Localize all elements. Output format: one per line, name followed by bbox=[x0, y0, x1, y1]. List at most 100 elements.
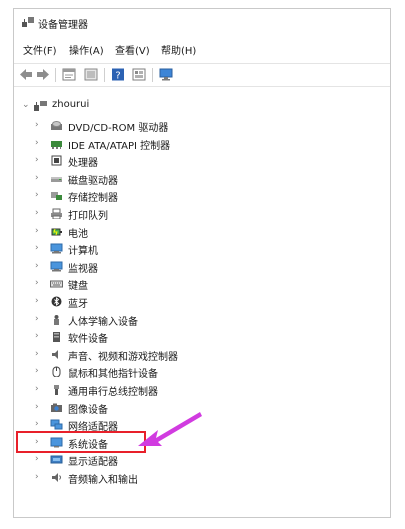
tree-item-label: 打印队列 bbox=[68, 211, 108, 222]
chevron-right-icon[interactable]: › bbox=[35, 296, 43, 306]
device-manager-app-icon bbox=[22, 17, 34, 27]
tree-item[interactable]: › 电池 bbox=[14, 223, 390, 240]
tree-item[interactable]: › 通用串行总线控制器 bbox=[14, 381, 390, 398]
chevron-right-icon[interactable]: › bbox=[35, 331, 43, 341]
chevron-right-icon[interactable]: › bbox=[35, 384, 43, 394]
tree-item-label: 鼠标和其他指针设备 bbox=[68, 369, 158, 381]
monitor-icon bbox=[50, 261, 63, 272]
properties-icon[interactable] bbox=[62, 68, 76, 81]
tree-item[interactable]: › 存储控制器 bbox=[14, 187, 390, 204]
tree-item[interactable]: › 鼠标和其他指针设备 bbox=[14, 363, 390, 380]
chevron-right-icon[interactable]: › bbox=[35, 261, 43, 271]
tree-item[interactable]: › 人体学输入设备 bbox=[14, 311, 390, 328]
chevron-right-icon[interactable]: › bbox=[35, 226, 43, 236]
help-icon[interactable]: ? bbox=[111, 68, 125, 81]
camera-icon bbox=[51, 403, 62, 412]
menu-file[interactable]: 文件(F) bbox=[23, 42, 57, 57]
computer-root-icon bbox=[34, 101, 47, 111]
tree-item-label: 存储控制器 bbox=[68, 193, 118, 205]
tree-item-label: 图像设备 bbox=[68, 404, 108, 416]
tree-root-label: zhourui bbox=[52, 99, 90, 110]
processor-icon bbox=[51, 155, 62, 166]
tree-item-label: 通用串行总线控制器 bbox=[68, 387, 158, 398]
chevron-right-icon[interactable]: › bbox=[35, 454, 43, 464]
disk-drive-icon bbox=[51, 176, 62, 182]
printer-icon bbox=[51, 208, 62, 219]
ide-controller-icon bbox=[51, 140, 62, 149]
tree-root[interactable]: ⌄ zhourui bbox=[14, 97, 390, 114]
tree-item-label: 声音、视频和游戏控制器 bbox=[68, 351, 178, 363]
tree-item-label: 软件设备 bbox=[68, 334, 108, 346]
tree-item[interactable]: › 打印队列 bbox=[14, 205, 390, 222]
audio-io-icon bbox=[52, 473, 61, 482]
tree-item[interactable]: › 声音、视频和游戏控制器 bbox=[14, 346, 390, 363]
tree-item[interactable]: › 软件设备 bbox=[14, 328, 390, 345]
tree-item-label: 蓝牙 bbox=[68, 299, 88, 310]
tree-item[interactable]: › 音频输入和输出 bbox=[14, 469, 390, 486]
tree-item-label: 键盘 bbox=[68, 281, 88, 293]
chevron-right-icon[interactable]: › bbox=[35, 138, 43, 148]
chevron-right-icon[interactable]: › bbox=[35, 419, 43, 429]
update-icon[interactable] bbox=[84, 68, 98, 81]
tree-item[interactable]: › 键盘 bbox=[14, 275, 390, 292]
menu-action[interactable]: 操作(A) bbox=[69, 42, 104, 57]
software-device-icon bbox=[53, 332, 60, 343]
tree-item-label: 处理器 bbox=[68, 158, 98, 170]
tree-item-label: 计算机 bbox=[68, 246, 98, 258]
window-title: 设备管理器 bbox=[38, 20, 88, 31]
svg-text:?: ? bbox=[115, 71, 120, 82]
pointer-arrow bbox=[138, 412, 202, 446]
chevron-right-icon[interactable]: › bbox=[35, 314, 43, 324]
tree-item-label: 音频输入和输出 bbox=[68, 475, 138, 486]
mouse-icon bbox=[52, 366, 61, 378]
chevron-right-icon[interactable]: › bbox=[35, 190, 43, 200]
usb-icon bbox=[54, 385, 59, 395]
toolbar-separator bbox=[55, 68, 56, 82]
bluetooth-icon bbox=[51, 296, 62, 307]
toolbar-separator bbox=[104, 68, 105, 82]
highlight-box bbox=[16, 431, 146, 453]
chevron-right-icon[interactable]: › bbox=[35, 173, 43, 183]
tree-item[interactable]: › IDE ATA/ATAPI 控制器 bbox=[14, 135, 390, 152]
title-bar: 设备管理器 bbox=[14, 9, 390, 35]
chevron-right-icon[interactable]: › bbox=[35, 155, 43, 165]
forward-icon[interactable] bbox=[36, 68, 50, 81]
chevron-right-icon[interactable]: › bbox=[35, 472, 43, 482]
chevron-right-icon[interactable]: › bbox=[35, 208, 43, 218]
tree-item-label: 磁盘驱动器 bbox=[68, 175, 118, 187]
tree-item-label: 显示适配器 bbox=[68, 457, 118, 469]
chevron-down-icon[interactable]: ⌄ bbox=[22, 100, 30, 110]
tree-item[interactable]: › 计算机 bbox=[14, 240, 390, 257]
chevron-right-icon[interactable]: › bbox=[35, 120, 43, 130]
chevron-right-icon[interactable]: › bbox=[35, 278, 43, 288]
tree-item[interactable]: › 磁盘驱动器 bbox=[14, 170, 390, 187]
menu-view[interactable]: 查看(V) bbox=[115, 42, 150, 57]
tree-item[interactable]: › 监视器 bbox=[14, 258, 390, 275]
chevron-right-icon[interactable]: › bbox=[35, 402, 43, 412]
network-icon bbox=[50, 419, 63, 430]
tree-item-label: IDE ATA/ATAPI 控制器 bbox=[68, 140, 171, 152]
computer-icon bbox=[50, 243, 63, 254]
tree-item[interactable]: › 处理器 bbox=[14, 152, 390, 169]
tree-item-label: 监视器 bbox=[68, 263, 98, 275]
monitor-icon[interactable] bbox=[159, 68, 173, 81]
storage-controller-icon bbox=[51, 192, 62, 201]
toolbar: ? bbox=[14, 63, 390, 87]
chevron-right-icon[interactable]: › bbox=[35, 349, 43, 359]
tree-item[interactable]: › 蓝牙 bbox=[14, 293, 390, 310]
tree-item-label: 人体学输入设备 bbox=[68, 316, 138, 328]
toolbar-separator bbox=[152, 68, 153, 82]
tree-item[interactable]: › DVD/CD-ROM 驱动器 bbox=[14, 117, 390, 134]
chevron-right-icon[interactable]: › bbox=[35, 366, 43, 376]
menu-help[interactable]: 帮助(H) bbox=[161, 42, 196, 57]
hid-icon bbox=[54, 314, 59, 325]
keyboard-icon bbox=[50, 280, 63, 288]
tree-item-label: 电池 bbox=[68, 228, 88, 240]
menu-bar: 文件(F) 操作(A) 查看(V) 帮助(H) bbox=[14, 39, 390, 57]
chevron-right-icon[interactable]: › bbox=[35, 243, 43, 253]
display-adapter-icon bbox=[50, 455, 63, 464]
view-icon[interactable] bbox=[132, 68, 146, 81]
sound-icon bbox=[52, 349, 58, 359]
tree-item-label: DVD/CD-ROM 驱动器 bbox=[68, 123, 169, 134]
back-icon[interactable] bbox=[19, 68, 33, 81]
